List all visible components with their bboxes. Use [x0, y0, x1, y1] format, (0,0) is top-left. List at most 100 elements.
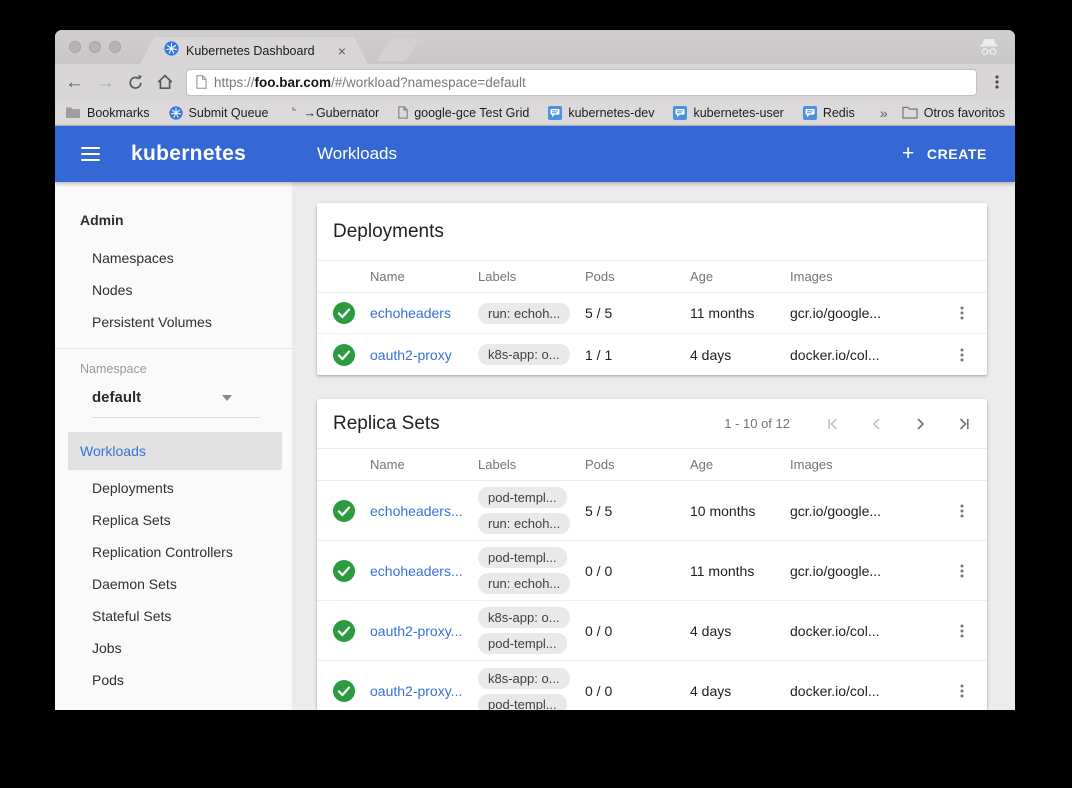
pods-cell: 0 / 0: [585, 563, 690, 579]
bookmark-redis[interactable]: Redis: [803, 106, 855, 120]
sidebar-item-admin[interactable]: Admin: [55, 204, 292, 236]
sidebar-item[interactable]: Pods: [55, 664, 292, 696]
close-window-button[interactable]: [69, 41, 81, 53]
previous-page-icon[interactable]: [869, 416, 885, 432]
age-cell: 4 days: [690, 623, 790, 639]
row-menu-button[interactable]: [954, 503, 970, 519]
bookmark-kubernetes-user[interactable]: kubernetes-user: [673, 106, 783, 120]
bookmark-kubernetes-dev[interactable]: kubernetes-dev: [548, 106, 654, 120]
home-button[interactable]: [156, 73, 174, 91]
status-ok-icon: [333, 620, 355, 642]
app-body: Admin NamespacesNodesPersistent Volumes …: [55, 182, 1015, 710]
sidebar-item-workloads[interactable]: Workloads: [68, 432, 282, 470]
url-text: https://foo.bar.com/#/workload?namespace…: [214, 75, 526, 90]
row-menu-button[interactable]: [954, 563, 970, 579]
resource-name-link[interactable]: oauth2-proxy...: [370, 683, 462, 699]
chat-icon: [548, 106, 562, 120]
replica-sets-card: Replica Sets 1 - 10 of 12: [317, 399, 987, 710]
folder-icon: [65, 106, 81, 119]
sidebar-item[interactable]: Deployments: [55, 472, 292, 504]
resource-name-link[interactable]: echoheaders...: [370, 503, 463, 519]
row-menu-button[interactable]: [954, 347, 970, 363]
pagination: 1 - 10 of 12: [724, 416, 971, 432]
label-chip: pod-templ...: [478, 633, 567, 654]
row-menu-button[interactable]: [954, 623, 970, 639]
age-cell: 4 days: [690, 683, 790, 699]
resource-name-link[interactable]: oauth2-proxy...: [370, 623, 462, 639]
bookmark-folder-otros-favoritos[interactable]: Otros favoritos: [902, 106, 1005, 120]
tab-title: Kubernetes Dashboard: [186, 44, 331, 58]
tab-close-icon[interactable]: ×: [338, 44, 346, 58]
browser-toolbar: ← → https://foo.bar.com/#/workload?names…: [55, 64, 1015, 100]
sidebar-item[interactable]: Daemon Sets: [55, 568, 292, 600]
replica-sets-table-body: echoheaders... pod-templ... run: echoh...…: [317, 481, 987, 710]
column-header-name: Name: [370, 269, 478, 284]
row-menu-button[interactable]: [954, 305, 970, 321]
deployments-table-body: echoheaders run: echoh... 5 / 5 11 month…: [317, 293, 987, 375]
resource-name-link[interactable]: oauth2-proxy: [370, 347, 452, 363]
namespace-value: default: [92, 389, 141, 406]
new-tab-button[interactable]: [377, 39, 419, 61]
column-header-labels: Labels: [478, 457, 585, 472]
browser-tab[interactable]: Kubernetes Dashboard ×: [140, 37, 368, 64]
bookmarks-overflow-icon[interactable]: »: [880, 105, 888, 121]
age-cell: 11 months: [690, 563, 790, 579]
url-bar[interactable]: https://foo.bar.com/#/workload?namespace…: [186, 69, 977, 96]
label-chip: run: echoh...: [478, 573, 570, 594]
page-icon: [287, 106, 297, 119]
age-cell: 4 days: [690, 347, 790, 363]
namespace-select[interactable]: default: [92, 389, 260, 418]
resource-name-link[interactable]: echoheaders...: [370, 563, 463, 579]
page-icon: [196, 75, 207, 89]
images-cell: gcr.io/google...: [790, 503, 937, 519]
sidebar-item[interactable]: Replication Controllers: [55, 536, 292, 568]
pods-cell: 5 / 5: [585, 503, 690, 519]
sidebar: Admin NamespacesNodesPersistent Volumes …: [55, 182, 292, 710]
age-cell: 10 months: [690, 503, 790, 519]
chat-icon: [673, 106, 687, 120]
reload-button[interactable]: [127, 74, 144, 91]
images-cell: docker.io/col...: [790, 683, 937, 699]
back-button[interactable]: ←: [65, 73, 84, 92]
images-cell: docker.io/col...: [790, 347, 937, 363]
column-header-age: Age: [690, 269, 790, 284]
bookmark-test-grid[interactable]: google-gce Test Grid: [398, 106, 529, 120]
column-header-pods: Pods: [585, 457, 690, 472]
app-logo: kubernetes: [131, 142, 246, 166]
column-header-labels: Labels: [478, 269, 585, 284]
row-menu-button[interactable]: [954, 683, 970, 699]
label-chip: pod-templ...: [478, 487, 567, 508]
labels-cell: k8s-app: o...pod-templ...: [478, 668, 585, 711]
table-row: oauth2-proxy... k8s-app: o...pod-templ..…: [317, 601, 987, 661]
sidebar-item[interactable]: Nodes: [55, 274, 292, 306]
label-chip: pod-templ...: [478, 694, 567, 711]
sidebar-item[interactable]: Replica Sets: [55, 504, 292, 536]
browser-menu-button[interactable]: [989, 74, 1005, 90]
replica-sets-card-title: Replica Sets: [333, 413, 440, 435]
table-row: oauth2-proxy k8s-app: o... 1 / 1 4 days …: [317, 334, 987, 375]
next-page-icon[interactable]: [912, 416, 928, 432]
sidebar-item[interactable]: Stateful Sets: [55, 600, 292, 632]
column-header-images: Images: [790, 269, 937, 284]
chat-icon: [803, 106, 817, 120]
pods-cell: 0 / 0: [585, 683, 690, 699]
resource-name-link[interactable]: echoheaders: [370, 305, 451, 321]
sidebar-item[interactable]: Persistent Volumes: [55, 306, 292, 338]
menu-icon[interactable]: [81, 147, 100, 161]
last-page-icon[interactable]: [955, 416, 971, 432]
sidebar-item[interactable]: Namespaces: [55, 242, 292, 274]
forward-button[interactable]: →: [96, 73, 115, 92]
minimize-window-button[interactable]: [89, 41, 101, 53]
table-row: oauth2-proxy... k8s-app: o...pod-templ..…: [317, 661, 987, 710]
sidebar-divider: [55, 348, 292, 349]
sidebar-item[interactable]: Jobs: [55, 632, 292, 664]
labels-cell: run: echoh...: [478, 303, 585, 324]
status-ok-icon: [333, 560, 355, 582]
bookmark-submit-queue[interactable]: Submit Queue: [169, 106, 269, 120]
bookmark-gubernator[interactable]: →Gubernator: [287, 106, 379, 120]
first-page-icon[interactable]: [826, 416, 842, 432]
bookmark-folder-bookmarks[interactable]: Bookmarks: [65, 106, 150, 120]
zoom-window-button[interactable]: [109, 41, 121, 53]
create-button[interactable]: + CREATE: [902, 145, 987, 164]
chevron-down-icon: [222, 395, 232, 401]
